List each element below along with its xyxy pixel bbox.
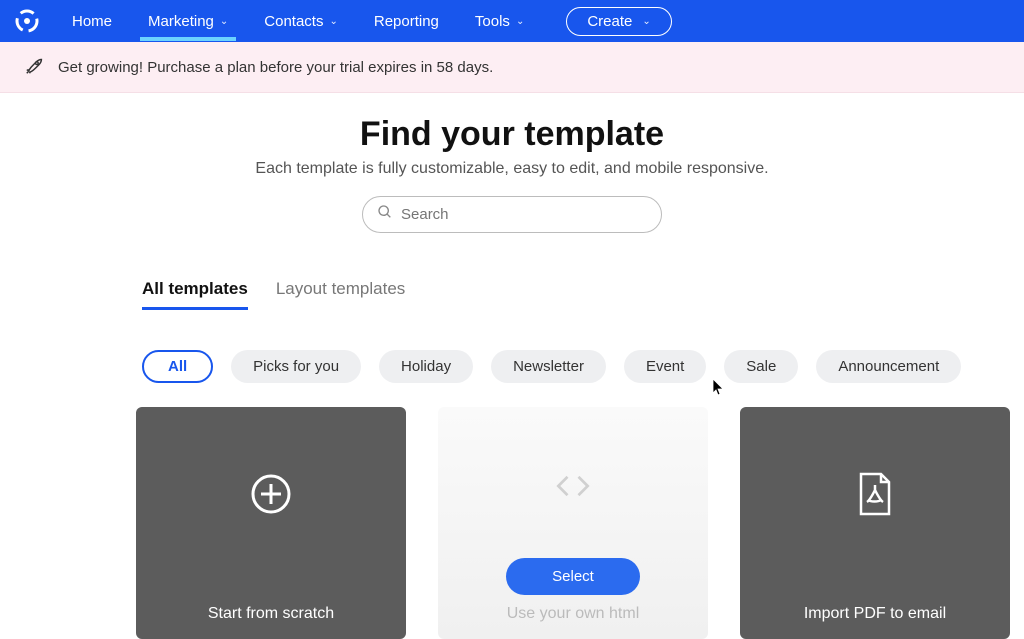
- nav-reporting[interactable]: Reporting: [370, 3, 443, 40]
- tab-layout-templates[interactable]: Layout templates: [276, 279, 405, 310]
- page-subtitle: Each template is fully customizable, eas…: [0, 160, 1024, 178]
- nav-contacts[interactable]: Contacts ⌄: [260, 3, 342, 40]
- filter-newsletter[interactable]: Newsletter: [491, 350, 606, 383]
- card-label: Use your own html: [507, 605, 640, 623]
- hero: Find your template Each template is full…: [0, 115, 1024, 178]
- filter-picks[interactable]: Picks for you: [231, 350, 361, 383]
- banner-text: Get growing! Purchase a plan before your…: [58, 59, 493, 76]
- plus-circle-icon: [247, 470, 295, 523]
- rocket-icon: [24, 54, 46, 80]
- pdf-file-icon: [853, 470, 897, 523]
- code-icon: [551, 464, 595, 513]
- select-button[interactable]: Select: [506, 558, 640, 595]
- template-tabs: All templates Layout templates: [142, 279, 1024, 310]
- filter-row: All Picks for you Holiday Newsletter Eve…: [142, 350, 1024, 383]
- card-use-own-html[interactable]: Select Use your own html: [438, 407, 708, 639]
- nav-label: Reporting: [374, 13, 439, 30]
- filter-event[interactable]: Event: [624, 350, 706, 383]
- nav-label: Tools: [475, 13, 510, 30]
- card-label: Start from scratch: [208, 605, 334, 623]
- search-input[interactable]: [401, 206, 647, 223]
- tab-all-templates[interactable]: All templates: [142, 279, 248, 310]
- card-label: Import PDF to email: [804, 605, 946, 623]
- top-nav: Home Marketing ⌄ Contacts ⌄ Reporting Tool…: [0, 0, 1024, 42]
- nav-label: Marketing: [148, 13, 214, 30]
- filter-all[interactable]: All: [142, 350, 213, 383]
- template-cards: Start from scratch Select Use your own h…: [136, 407, 1024, 639]
- chevron-down-icon: ⌄: [642, 16, 650, 27]
- filter-holiday[interactable]: Holiday: [379, 350, 473, 383]
- trial-banner: Get growing! Purchase a plan before your…: [0, 42, 1024, 93]
- page-title: Find your template: [0, 115, 1024, 154]
- nav-label: Contacts: [264, 13, 323, 30]
- nav-label: Home: [72, 13, 112, 30]
- search-icon: [377, 204, 393, 225]
- card-import-pdf[interactable]: Import PDF to email: [740, 407, 1010, 639]
- filter-announcement[interactable]: Announcement: [816, 350, 961, 383]
- nav-tools[interactable]: Tools ⌄: [471, 3, 528, 40]
- chevron-down-icon: ⌄: [220, 16, 228, 27]
- nav-marketing[interactable]: Marketing ⌄: [144, 3, 232, 40]
- create-label: Create: [587, 13, 632, 30]
- logo-icon[interactable]: [14, 8, 40, 34]
- card-start-from-scratch[interactable]: Start from scratch: [136, 407, 406, 639]
- chevron-down-icon: ⌄: [329, 16, 337, 27]
- create-button[interactable]: Create ⌄: [566, 7, 671, 36]
- search-box[interactable]: [362, 196, 662, 233]
- chevron-down-icon: ⌄: [516, 16, 524, 27]
- nav-home[interactable]: Home: [68, 3, 116, 40]
- filter-sale[interactable]: Sale: [724, 350, 798, 383]
